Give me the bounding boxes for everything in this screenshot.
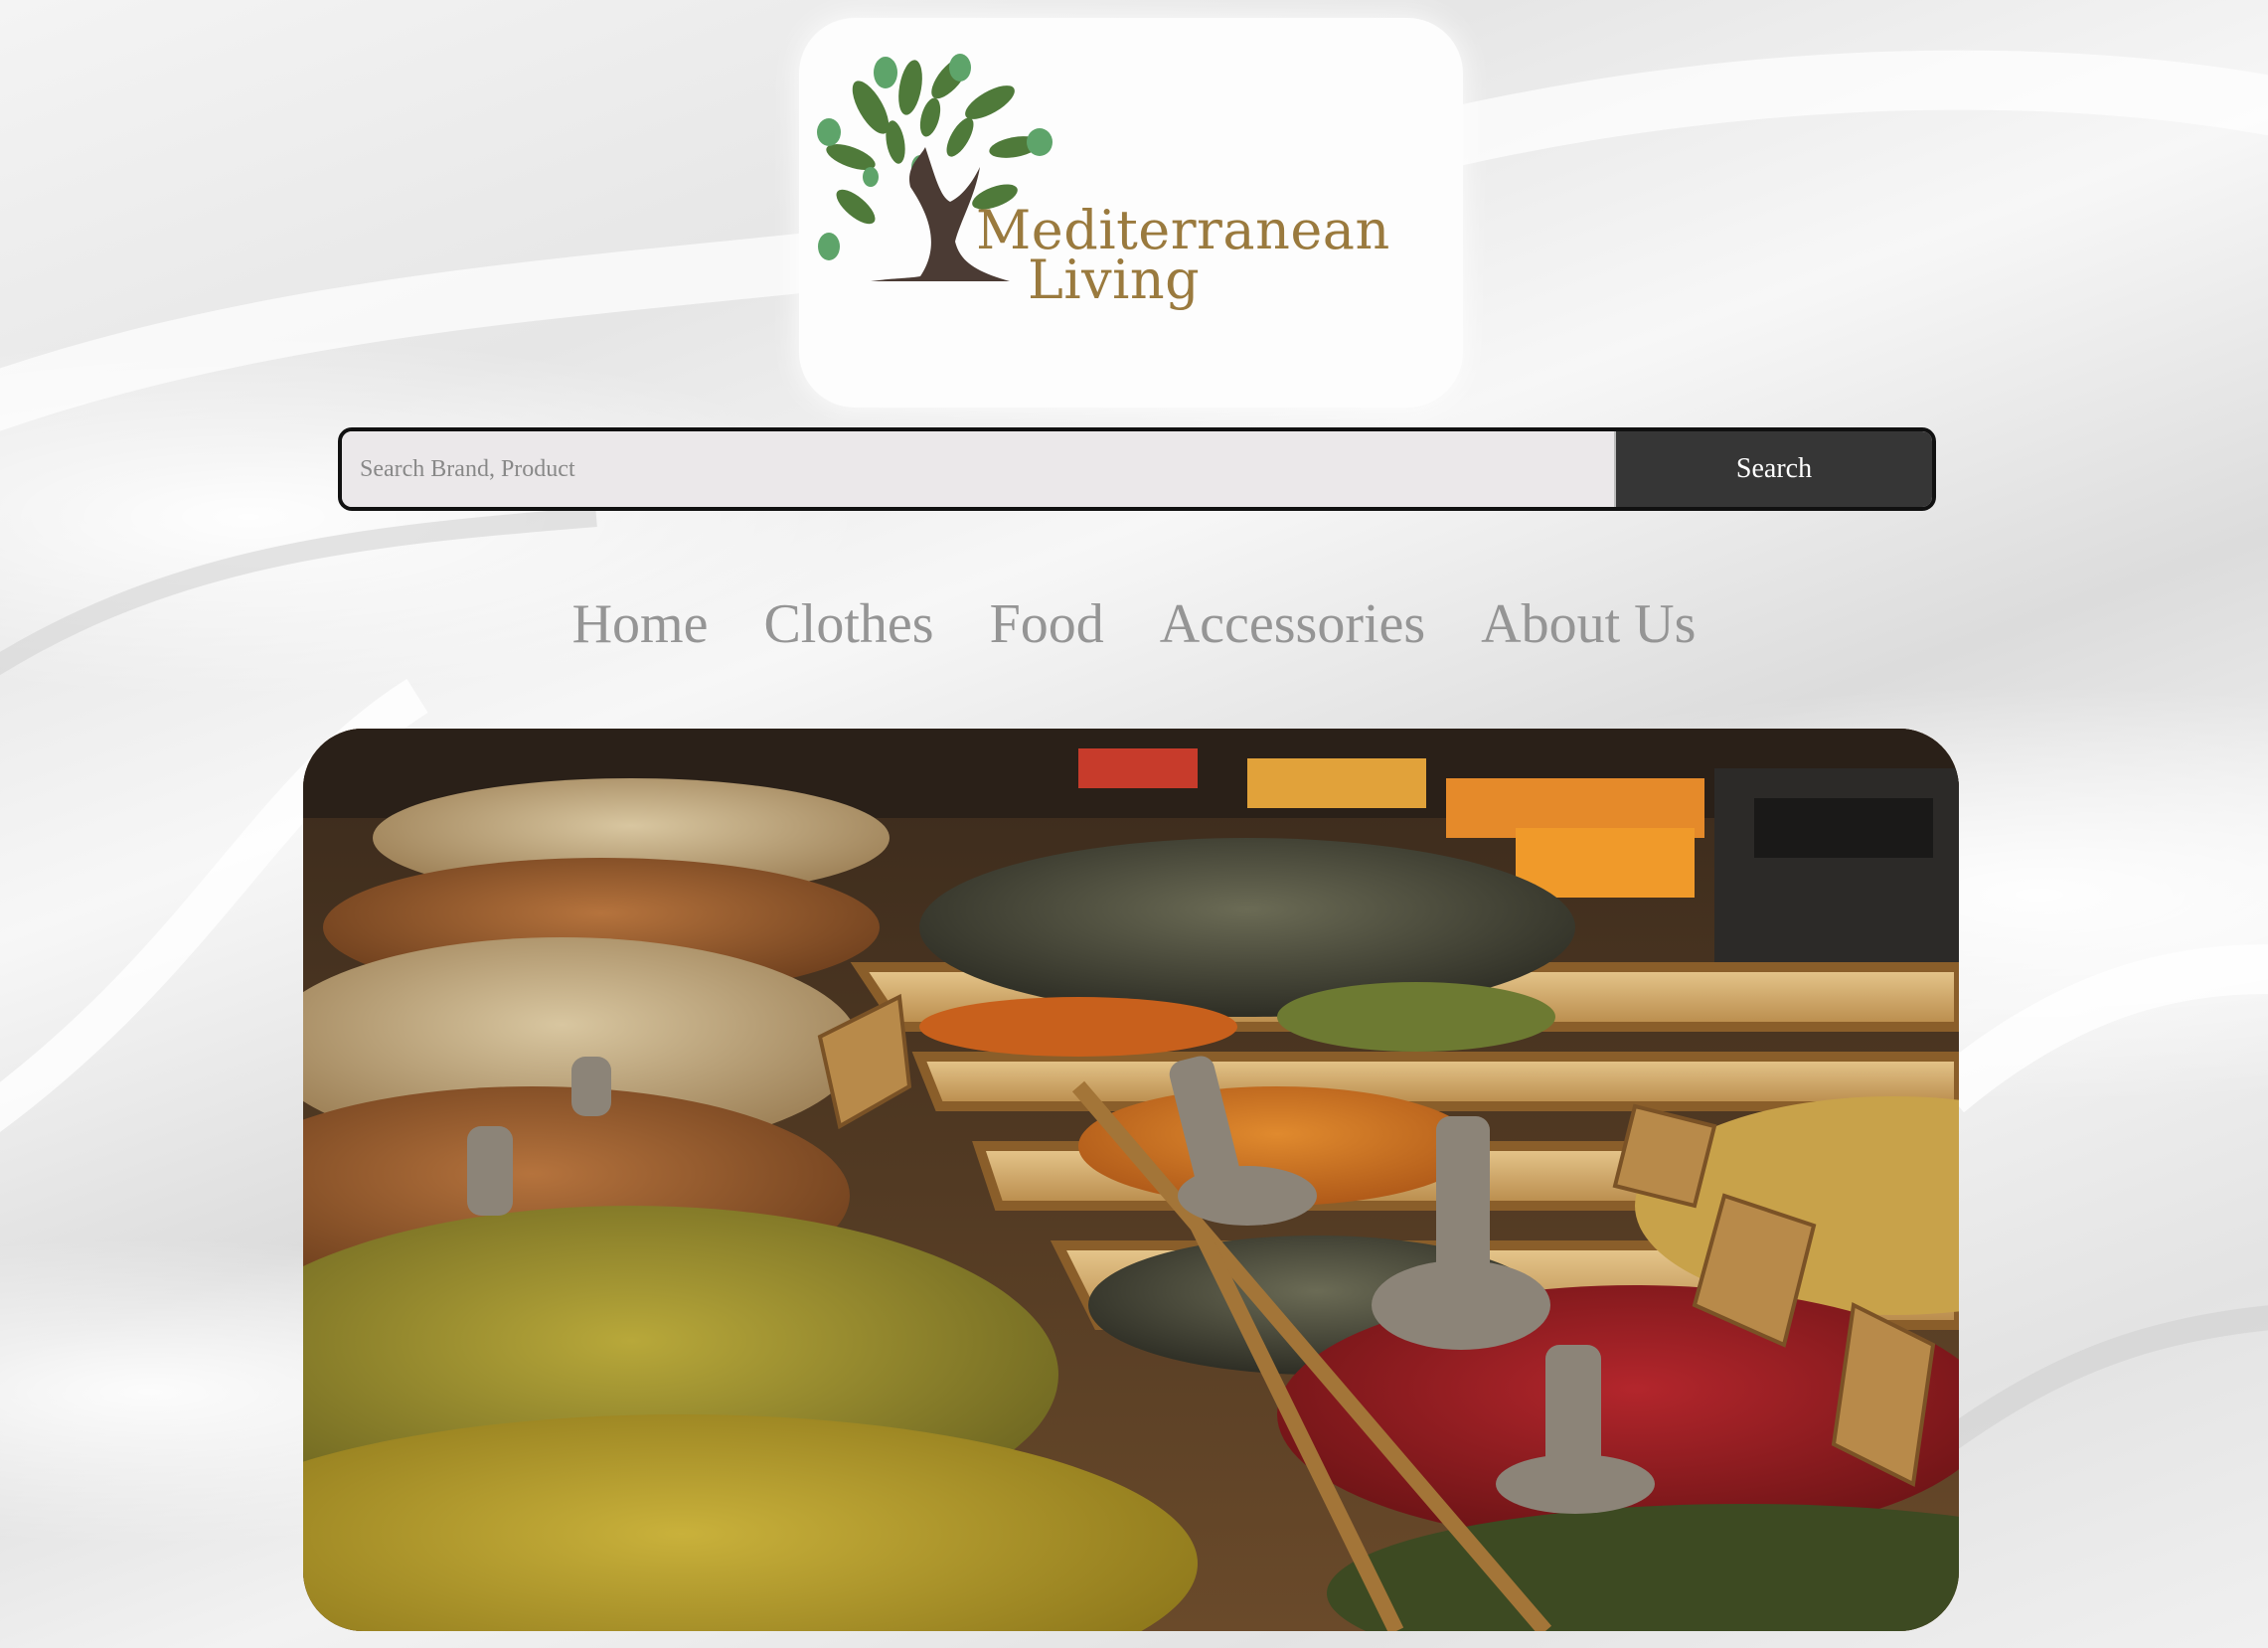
logo-text-living: Living [1028, 248, 1201, 311]
nav-accessories[interactable]: Accessories [1160, 588, 1425, 660]
nav-home[interactable]: Home [572, 588, 709, 660]
nav-clothes[interactable]: Clothes [763, 588, 933, 660]
nav-food[interactable]: Food [990, 588, 1104, 660]
search-button[interactable]: Search [1614, 431, 1932, 507]
nav-about-us[interactable]: About Us [1481, 588, 1696, 660]
logo-card[interactable]: Mediterranean Living [799, 18, 1463, 408]
main-nav: Home Clothes Food Accessories About Us [0, 588, 2268, 660]
hero-image [303, 729, 1959, 1631]
search-input[interactable] [342, 431, 1614, 507]
search-bar: Search [338, 427, 1936, 511]
spice-market-image [303, 729, 1959, 1631]
